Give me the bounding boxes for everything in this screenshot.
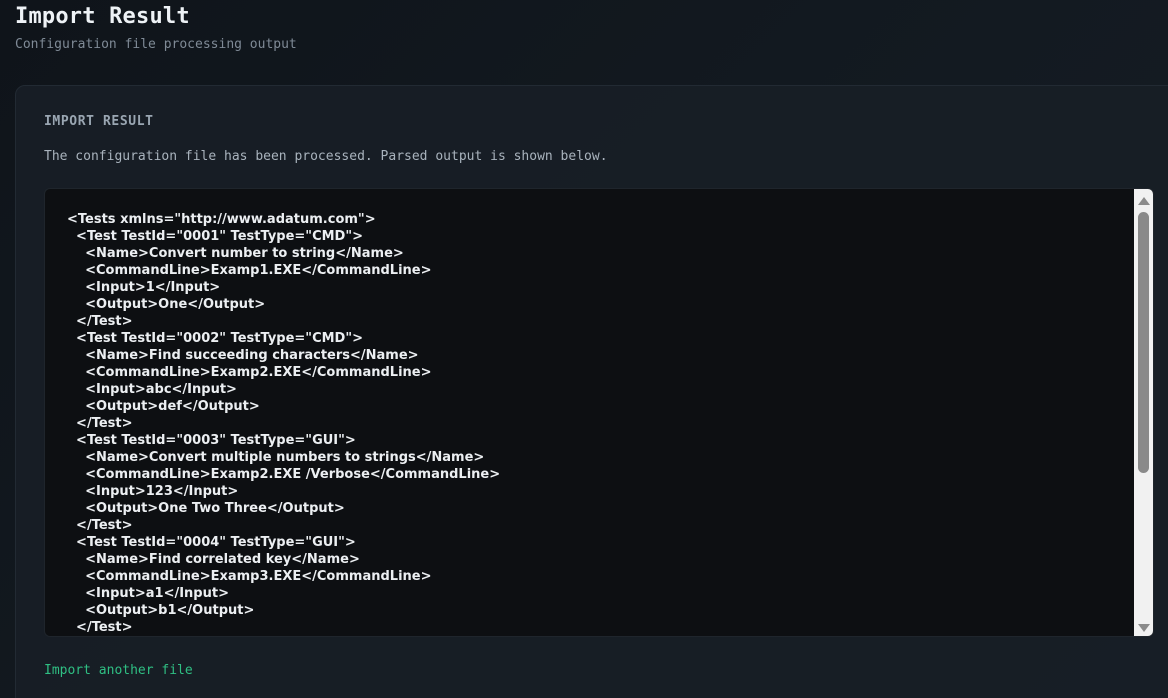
scrollbar-thumb[interactable] [1138, 212, 1149, 473]
import-another-file-link[interactable]: Import another file [44, 663, 193, 678]
page-subtitle: Configuration file processing output [15, 37, 297, 52]
scroll-down-icon[interactable] [1134, 619, 1153, 636]
triangle-down-icon [1137, 623, 1150, 632]
card-heading: IMPORT RESULT [44, 114, 154, 129]
page-title: Import Result [15, 4, 190, 29]
parsed-output-box[interactable]: <Tests xmlns="http://www.adatum.com"> <T… [44, 188, 1154, 637]
scroll-up-icon[interactable] [1134, 192, 1153, 209]
triangle-up-icon [1137, 196, 1150, 205]
parsed-output-text: <Tests xmlns="http://www.adatum.com"> <T… [67, 212, 501, 635]
import-result-card: IMPORT RESULT The configuration file has… [15, 85, 1168, 698]
page: Import Result Configuration file process… [0, 0, 1168, 698]
card-description: The configuration file has been processe… [44, 149, 608, 164]
vertical-scrollbar[interactable] [1134, 189, 1153, 636]
